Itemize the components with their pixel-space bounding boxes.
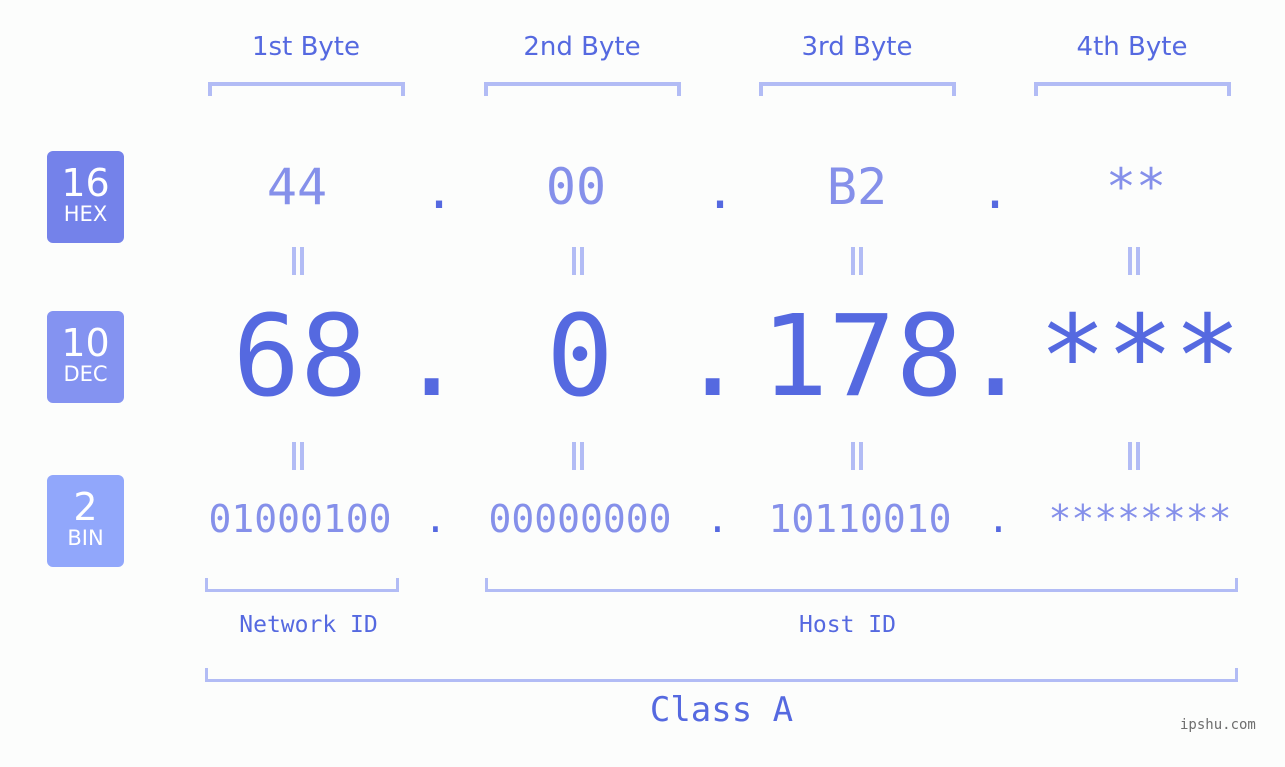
byte-header-4: 4th Byte [1076, 32, 1188, 62]
hex-badge-label: HEX [63, 202, 108, 226]
network-id-label: Network ID [239, 612, 378, 638]
bin-badge: 2 BIN [47, 475, 124, 567]
hex-separator-1: . [424, 162, 455, 220]
bin-separator-1: . [424, 497, 447, 541]
hex-badge-number: 16 [61, 161, 110, 205]
equals-marker [288, 442, 308, 472]
byte-header-1: 1st Byte [252, 32, 360, 62]
dec-badge-number: 10 [61, 321, 110, 365]
hex-byte-3: B2 [826, 158, 888, 216]
bin-badge-label: BIN [67, 526, 104, 550]
bin-byte-4: ******** [1048, 497, 1232, 541]
dec-badge: 10 DEC [47, 311, 124, 403]
equals-marker [847, 247, 867, 277]
byte-bracket-2 [484, 82, 681, 96]
bin-byte-1: 01000100 [208, 497, 392, 541]
dec-byte-3: 178 [760, 292, 964, 422]
equals-marker [1124, 247, 1144, 277]
hex-separator-2: . [705, 162, 736, 220]
equals-marker [847, 442, 867, 472]
bin-separator-3: . [987, 497, 1010, 541]
byte-header-2: 2nd Byte [523, 32, 641, 62]
host-id-bracket [485, 578, 1238, 592]
hex-byte-2: 00 [545, 158, 607, 216]
byte-bracket-3 [759, 82, 956, 96]
equals-marker [1124, 442, 1144, 472]
dec-separator-2: . [679, 292, 747, 422]
dec-byte-1: 68 [232, 292, 368, 422]
hex-byte-4: ** [1105, 158, 1167, 216]
hex-byte-1: 44 [266, 158, 328, 216]
hex-separator-3: . [980, 162, 1011, 220]
dec-separator-1: . [398, 292, 466, 422]
dec-separator-3: . [962, 292, 1030, 422]
network-id-bracket [205, 578, 399, 592]
byte-bracket-4 [1034, 82, 1231, 96]
bin-byte-3: 10110010 [768, 497, 952, 541]
bin-byte-2: 00000000 [488, 497, 672, 541]
byte-bracket-1 [208, 82, 405, 96]
bin-badge-number: 2 [73, 485, 98, 529]
byte-header-3: 3rd Byte [801, 32, 913, 62]
dec-badge-label: DEC [63, 362, 108, 386]
bin-separator-2: . [706, 497, 729, 541]
equals-marker [568, 442, 588, 472]
watermark: ipshu.com [1180, 717, 1256, 733]
dec-byte-2: 0 [546, 292, 614, 422]
equals-marker [568, 247, 588, 277]
hex-badge: 16 HEX [47, 151, 124, 243]
equals-marker [288, 247, 308, 277]
class-label: Class A [649, 690, 794, 730]
dec-byte-4: *** [1038, 292, 1242, 422]
class-bracket [205, 668, 1238, 682]
host-id-label: Host ID [799, 612, 896, 638]
